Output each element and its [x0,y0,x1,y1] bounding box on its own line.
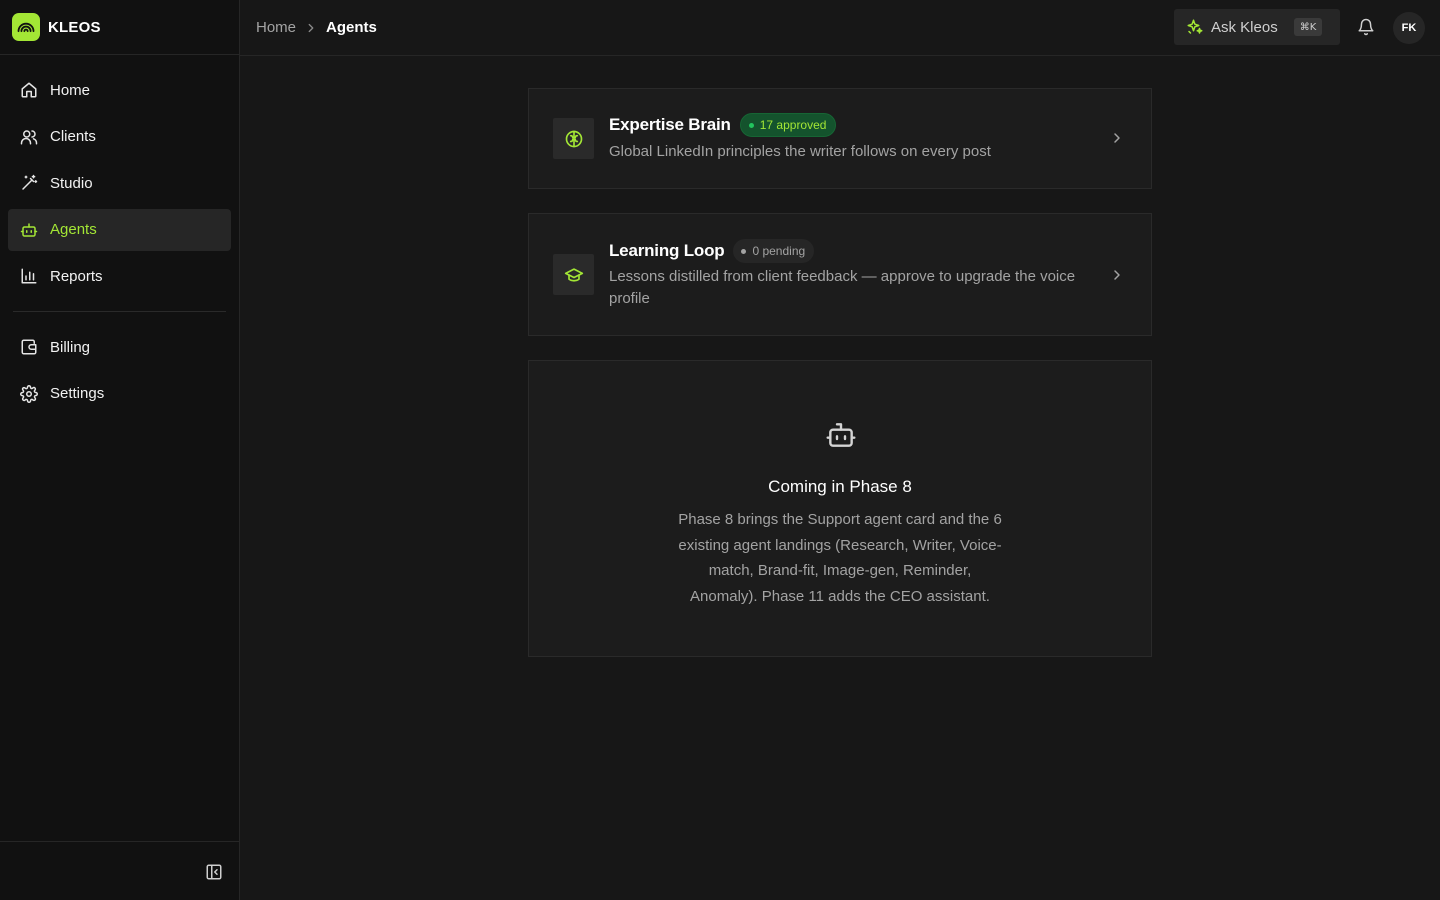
topbar: Home Agents Ask Kleos ⌘K FK [240,0,1440,56]
chevron-right-icon [1109,130,1125,146]
phase-description: Phase 8 brings the Support agent card an… [678,511,1002,606]
ask-kleos-button[interactable]: Ask Kleos ⌘K [1174,9,1340,45]
card-title: Expertise Brain [609,115,731,134]
card-title: Learning Loop [609,241,725,260]
card-header: Expertise Brain 17 approved [609,113,837,137]
status-dot [748,122,754,128]
rainbow-icon [12,13,40,41]
graduation-cap-icon [553,254,594,295]
sparkles-icon [1186,18,1204,36]
chevron-right-icon [304,21,318,35]
magic-wand-icon [20,174,38,192]
sidebar-item-billing[interactable]: Billing [8,326,231,368]
sidebar-item-clients[interactable]: Clients [8,116,231,158]
bar-chart-icon [20,267,38,285]
phase-title: Coming in Phase 8 [768,477,912,496]
brand[interactable]: KLEOS [0,0,239,55]
card-description: Global LinkedIn principles the writer fo… [609,143,991,160]
coming-soon-panel: Coming in Phase 8 Phase 8 brings the Sup… [528,360,1152,657]
sidebar-item-agents[interactable]: Agents [8,208,231,251]
status-badge: 0 pending [733,239,815,263]
gear-icon [20,384,38,403]
wallet-icon [20,338,38,356]
breadcrumb-home-link[interactable]: Home [256,19,296,36]
expertise-brain-card[interactable]: Expertise Brain 17 approved Global Linke… [528,88,1152,189]
learning-loop-card[interactable]: Learning Loop 0 pending Lessons distille… [528,213,1152,336]
avatar[interactable]: FK [1393,12,1425,44]
bot-icon [20,221,38,239]
card-description: Lessons distilled from client feedback —… [609,268,1076,307]
status-badge-label: 17 approved [759,118,827,132]
sidebar-item-label: Settings [50,385,105,402]
panel-collapse-icon[interactable] [205,863,223,881]
home-icon [20,81,38,99]
sidebar-item-label: Home [50,81,91,99]
card-header: Learning Loop 0 pending [609,239,815,263]
sidebar-footer [0,841,239,900]
sidebar-divider [13,311,226,312]
status-badge-label: 0 pending [752,244,806,258]
brain-icon [553,118,594,159]
sidebar: KLEOS Home Clients Studio Agents Reports… [0,0,240,900]
status-dot [741,248,747,254]
sidebar-item-label: Clients [50,128,96,145]
breadcrumb-current: Agents [326,19,377,36]
chevron-right-icon [1109,267,1125,283]
ask-kleos-label: Ask Kleos [1211,18,1278,36]
bot-icon [825,419,857,451]
bell-icon[interactable] [1357,18,1375,36]
sidebar-item-label: Agents [50,221,97,238]
sidebar-item-label: Studio [50,174,93,192]
sidebar-item-label: Reports [50,267,103,285]
breadcrumb: Home Agents [256,0,377,55]
sidebar-item-reports[interactable]: Reports [8,255,231,297]
sidebar-item-home[interactable]: Home [8,69,231,111]
users-icon [20,128,38,146]
sidebar-item-label: Billing [50,338,91,356]
status-badge: 17 approved [739,113,837,137]
main-nav: Home Clients Studio Agents Reports Billi… [0,55,239,415]
sidebar-item-studio[interactable]: Studio [8,162,231,204]
brand-name: KLEOS [48,18,101,36]
sidebar-item-settings[interactable]: Settings [8,373,231,415]
shortcut-hint: ⌘K [1293,18,1323,36]
